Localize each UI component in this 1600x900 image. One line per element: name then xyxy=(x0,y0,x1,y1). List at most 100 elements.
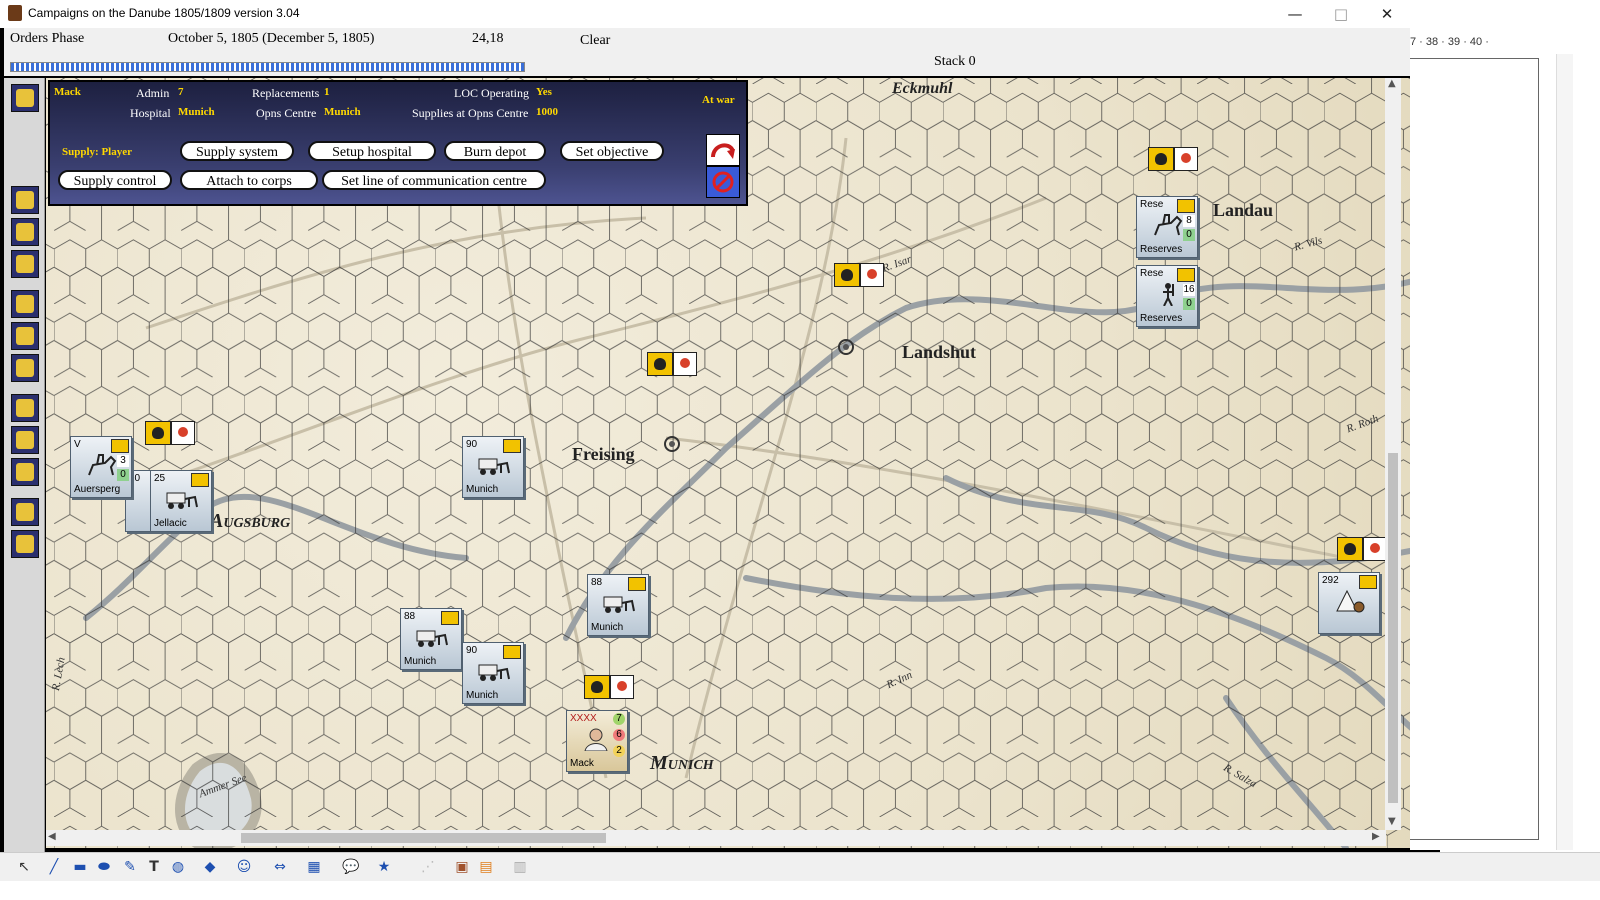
control-marker[interactable] xyxy=(834,263,886,287)
control-marker[interactable] xyxy=(1148,147,1200,171)
left-toolbar xyxy=(4,78,45,860)
control-marker[interactable] xyxy=(584,675,636,699)
hex-icon[interactable] xyxy=(11,322,39,350)
window-title: Campaigns on the Danube 1805/1809 versio… xyxy=(28,6,300,20)
help-icon[interactable] xyxy=(11,354,39,382)
infantry-icon xyxy=(1163,283,1174,306)
austrian-flag-icon xyxy=(503,645,521,659)
austrian-flag-icon xyxy=(111,439,129,453)
war-status: At war xyxy=(702,94,735,106)
place-freising: Freising xyxy=(572,444,635,464)
grid-icon[interactable] xyxy=(11,530,39,558)
vertical-scroll-thumb[interactable] xyxy=(1388,453,1398,803)
crossed-swords-icon[interactable] xyxy=(11,250,39,278)
supply-wagon-icon xyxy=(478,664,510,681)
unit-counter-depot[interactable]: 292 xyxy=(1318,572,1380,634)
document-scrollbar[interactable] xyxy=(1556,54,1573,850)
text-icon[interactable]: T xyxy=(146,859,162,875)
leader-portrait-icon xyxy=(584,728,608,751)
unit-counter-reserves-cavalry[interactable]: Rese 8 0 Reserves xyxy=(1136,196,1198,258)
scroll-left-icon[interactable]: ◀ xyxy=(48,831,56,842)
map-vertical-scrollbar[interactable]: ▲ ▼ xyxy=(1385,78,1401,830)
minimize-button[interactable]: — xyxy=(1272,0,1318,28)
unit-counter-auersperg[interactable]: V 3 0 Auersperg xyxy=(70,436,132,498)
loc-value: Yes xyxy=(536,86,552,98)
close-button[interactable]: ✕ xyxy=(1364,0,1410,28)
scroll-down-icon[interactable]: ▼ xyxy=(1388,816,1396,827)
speech-icon[interactable]: 💬 xyxy=(342,859,359,875)
depot-icon[interactable] xyxy=(11,426,39,454)
screen-icon[interactable] xyxy=(11,498,39,526)
control-marker[interactable] xyxy=(647,352,699,376)
unit-counter-reserves-infantry[interactable]: Rese 16 0 Reserves xyxy=(1136,265,1198,327)
horizontal-scroll-thumb[interactable] xyxy=(241,833,606,843)
set-objective-button[interactable]: Set objective xyxy=(560,141,664,161)
background-document: 7 · 38 · 39 · 40 · xyxy=(1410,28,1600,850)
orders-icon[interactable] xyxy=(11,186,39,214)
cancel-icon[interactable] xyxy=(706,166,740,198)
leader-info-panel: Mack Admin 7 Replacements 1 LOC Operatin… xyxy=(48,80,748,206)
replacements-label: Replacements xyxy=(252,86,320,100)
emoji-icon[interactable]: ☺ xyxy=(236,859,252,875)
supplies-label: Supplies at Opns Centre xyxy=(412,106,529,120)
maximize-button[interactable]: □ xyxy=(1318,0,1364,28)
supplies-value: 1000 xyxy=(536,106,558,118)
supply-wagon-icon xyxy=(478,458,510,475)
place-landshut: Landshut xyxy=(902,342,977,362)
austrian-flag-icon xyxy=(441,611,459,625)
cavalry-icon xyxy=(1154,214,1183,236)
callout-icon[interactable]: ◍ xyxy=(170,859,186,875)
depot-icon xyxy=(1336,589,1365,613)
app-icon xyxy=(8,5,22,21)
camera-icon[interactable]: ▣ xyxy=(454,859,470,875)
map-horizontal-scrollbar[interactable]: ◀ ▶ xyxy=(46,830,1386,846)
place-augsburg: Augsburg xyxy=(210,510,291,532)
line-icon[interactable]: ╱ xyxy=(46,859,62,875)
pen-icon[interactable]: ✎ xyxy=(122,859,138,875)
opns-label: Opns Centre xyxy=(256,106,317,120)
select-icon[interactable]: ↖ xyxy=(16,859,32,875)
image-icon[interactable]: ▤ xyxy=(478,859,494,875)
money-icon[interactable] xyxy=(11,458,39,486)
hierarchy-icon[interactable] xyxy=(11,290,39,318)
austrian-flag-icon xyxy=(1177,268,1195,282)
rectangle-icon[interactable]: ▬ xyxy=(72,859,88,875)
table-icon[interactable]: ▦ xyxy=(306,859,322,875)
attach-to-corps-button[interactable]: Attach to corps xyxy=(180,170,318,190)
leader-name: Mack xyxy=(54,86,81,98)
title-bar: Campaigns on the Danube 1805/1809 versio… xyxy=(0,0,1440,29)
supply-icon[interactable] xyxy=(11,394,39,422)
supply-wagon-icon xyxy=(603,596,635,613)
ellipse-icon[interactable]: ⬬ xyxy=(96,859,112,875)
hourglass-icon[interactable] xyxy=(11,84,39,112)
supply-wagon-icon xyxy=(166,492,198,509)
scroll-up-icon[interactable]: ▲ xyxy=(1388,78,1396,89)
unit-counter-supply-wagon[interactable]: 88 Munich xyxy=(400,608,462,670)
control-marker[interactable] xyxy=(1337,537,1389,561)
supply-control-button[interactable]: Supply control xyxy=(58,170,172,190)
unit-counter-supply-wagon[interactable]: 88 Munich xyxy=(587,574,649,636)
stack-icon[interactable] xyxy=(11,218,39,246)
scroll-right-icon[interactable]: ▶ xyxy=(1372,831,1380,842)
place-landau: Landau xyxy=(1213,200,1274,220)
burn-depot-button[interactable]: Burn depot xyxy=(444,141,546,161)
unit-counter-jellacic-wagon[interactable]: 25 Jellacic xyxy=(150,470,212,532)
unit-counter-supply-wagon[interactable]: 90 Munich xyxy=(462,436,524,498)
supply-system-button[interactable]: Supply system xyxy=(180,141,294,161)
setup-hospital-button[interactable]: Setup hospital xyxy=(308,141,436,161)
coords-label: 24,18 xyxy=(472,31,504,46)
control-marker[interactable] xyxy=(145,421,197,445)
disabled-tool-icon: ▥ xyxy=(513,859,527,875)
arrows-icon[interactable]: ⇔ xyxy=(272,859,288,875)
star-icon[interactable]: ★ xyxy=(376,859,392,875)
document-page xyxy=(1410,58,1539,840)
set-loc-centre-button[interactable]: Set line of communication centre xyxy=(322,170,546,190)
more-icon: ⋰ xyxy=(421,859,435,875)
unit-counter-mack[interactable]: XXXX 7 6 2 Mack xyxy=(566,710,628,772)
hospital-value: Munich xyxy=(178,106,215,118)
unit-counter-supply-wagon[interactable]: 90 Munich xyxy=(462,642,524,704)
austrian-flag-icon xyxy=(1359,575,1377,589)
shape-icon[interactable]: ◆ xyxy=(202,859,218,875)
undo-arrow-icon[interactable] xyxy=(706,134,740,166)
place-eckmuhl: Eckmuhl xyxy=(892,80,953,97)
